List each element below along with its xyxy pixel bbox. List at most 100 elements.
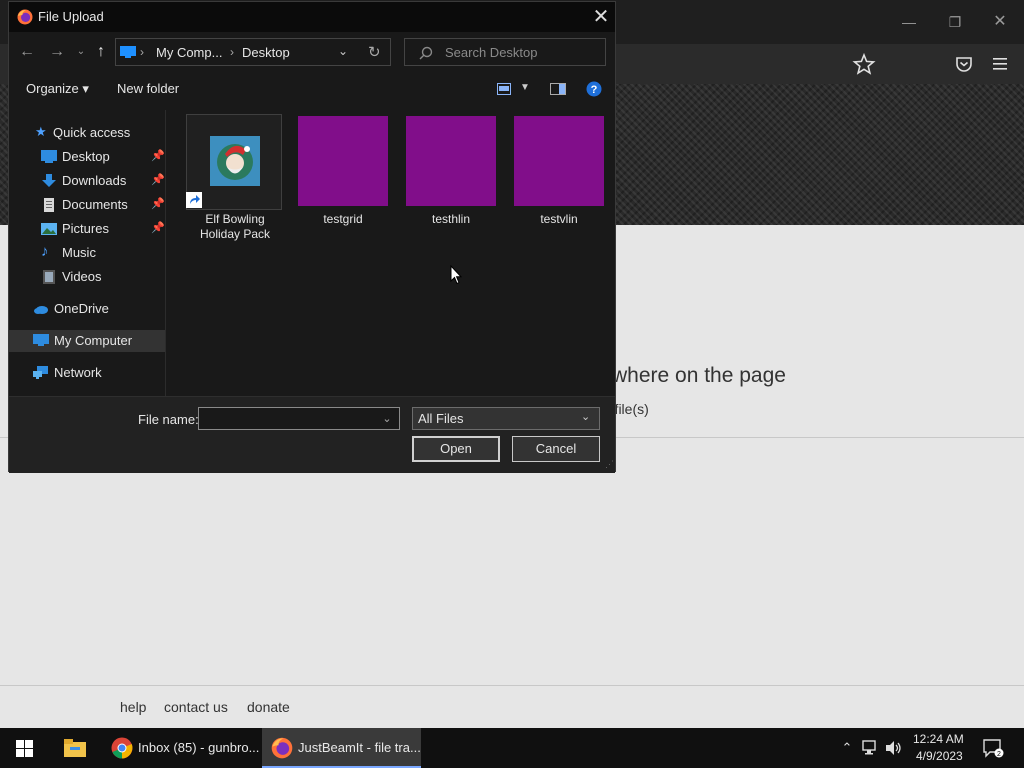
- sidebar-item-videos[interactable]: Videos: [9, 266, 165, 288]
- search-icon: [419, 46, 433, 60]
- bookmark-star-icon[interactable]: [852, 53, 876, 75]
- hamburger-menu-icon[interactable]: [988, 53, 1012, 75]
- chrome-icon: [111, 737, 133, 759]
- downloads-icon: [42, 174, 56, 187]
- search-placeholder: Search Desktop: [445, 45, 538, 60]
- pin-icon: 📌: [151, 174, 165, 186]
- file-name-dropdown-chevron-icon[interactable]: ⌄: [378, 410, 396, 428]
- svg-text:2: 2: [997, 751, 1001, 758]
- svg-text:?: ?: [591, 84, 598, 96]
- dialog-footer: File name: ⌄ All Files ⌄ Open Cancel ⋰: [9, 396, 615, 473]
- view-options-caret-icon[interactable]: ▼: [520, 82, 530, 93]
- file-explorer-icon[interactable]: [64, 738, 86, 758]
- network-status-icon[interactable]: [862, 740, 880, 756]
- file-label: testgrid: [323, 212, 363, 226]
- sidebar-item-label: My Computer: [54, 333, 133, 348]
- firefox-icon: [271, 737, 293, 759]
- file-label: testvlin: [540, 212, 578, 226]
- pocket-icon[interactable]: [952, 53, 976, 75]
- sidebar-item-label: Quick access: [53, 125, 131, 140]
- back-arrow-icon[interactable]: ←: [17, 42, 37, 62]
- sidebar-item-label: Downloads: [62, 173, 127, 188]
- sidebar-item-quick-access[interactable]: ★ Quick access: [9, 122, 165, 144]
- file-type-value: All Files: [418, 411, 464, 426]
- change-view-icon[interactable]: [497, 83, 511, 95]
- up-arrow-icon[interactable]: ↑: [91, 42, 111, 62]
- open-button[interactable]: Open: [412, 436, 500, 462]
- sidebar-item-pictures[interactable]: Pictures 📌: [9, 218, 165, 240]
- videos-icon: [43, 270, 55, 284]
- taskbar-item-chrome[interactable]: Inbox (85) - gunbro...: [104, 728, 260, 768]
- notifications-icon[interactable]: 2: [982, 738, 1004, 758]
- sidebar-item-downloads[interactable]: Downloads 📌: [9, 170, 165, 192]
- taskbar-item-firefox[interactable]: JustBeamIt - file tra...: [262, 728, 421, 768]
- cancel-button[interactable]: Cancel: [512, 436, 600, 462]
- recent-locations-chevron-icon[interactable]: ⌄: [71, 42, 91, 62]
- desktop-icon: [41, 150, 57, 163]
- sidebar-item-onedrive[interactable]: OneDrive: [9, 298, 165, 320]
- elf-bowling-app-icon: [210, 136, 260, 186]
- cloud-icon: [34, 306, 48, 314]
- star-icon: ★: [35, 124, 47, 139]
- resize-grip-icon[interactable]: ⋰: [605, 459, 614, 470]
- new-folder-button[interactable]: New folder: [117, 81, 179, 96]
- image-thumbnail: [406, 116, 496, 206]
- dialog-close-icon[interactable]: ✕: [589, 5, 613, 29]
- address-bar[interactable]: › My Comp... › Desktop ⌄ ↻: [115, 38, 391, 66]
- sidebar-item-desktop[interactable]: Desktop 📌: [9, 146, 165, 168]
- music-note-icon: ♪: [41, 243, 49, 260]
- search-box[interactable]: Search Desktop: [404, 38, 606, 66]
- sidebar-item-label: Pictures: [62, 221, 109, 236]
- sidebar-item-documents[interactable]: Documents 📌: [9, 194, 165, 216]
- breadcrumb-desktop[interactable]: Desktop: [242, 45, 290, 60]
- chevron-down-icon: ⌄: [581, 411, 591, 423]
- clock-date[interactable]: 4/9/2023: [916, 749, 963, 763]
- navigation-pane: ★ Quick access Desktop 📌 Downloads 📌 Doc…: [9, 110, 166, 396]
- file-name-input[interactable]: [198, 407, 400, 430]
- forward-arrow-icon[interactable]: →: [47, 42, 67, 62]
- dialog-title: File Upload: [38, 9, 104, 24]
- sidebar-item-label: Videos: [62, 269, 102, 284]
- organize-menu-button[interactable]: Organize ▾: [26, 81, 89, 97]
- sidebar-item-my-computer[interactable]: My Computer: [9, 330, 165, 352]
- footer-link-help[interactable]: help: [120, 699, 146, 715]
- close-window-icon[interactable]: ✕: [985, 10, 1015, 34]
- windows-start-icon[interactable]: [16, 740, 33, 757]
- clock-time[interactable]: 12:24 AM: [913, 732, 964, 746]
- help-icon[interactable]: ?: [586, 81, 602, 97]
- taskbar-item-label: JustBeamIt - file tra...: [298, 740, 421, 755]
- restore-icon[interactable]: ❐: [940, 10, 970, 34]
- footer-link-donate[interactable]: donate: [247, 699, 290, 715]
- computer-icon: [33, 334, 49, 346]
- preview-pane-icon[interactable]: [550, 83, 566, 95]
- page-footer: [0, 685, 1024, 729]
- breadcrumb-separator: ›: [140, 45, 144, 59]
- file-type-select[interactable]: All Files ⌄: [412, 407, 600, 430]
- drop-zone-title: where on the page: [612, 364, 786, 387]
- show-hidden-icons-chevron-icon[interactable]: ⌃: [838, 740, 856, 756]
- sidebar-item-label: OneDrive: [54, 301, 109, 316]
- image-thumbnail: [514, 116, 604, 206]
- dialog-title-bar[interactable]: File Upload ✕: [9, 2, 615, 32]
- image-thumbnail: [298, 116, 388, 206]
- file-upload-dialog: File Upload ✕ ← → ⌄ ↑ › My Comp... › Des…: [8, 1, 616, 473]
- taskbar-item-label: Inbox (85) - gunbro...: [138, 740, 260, 755]
- sidebar-item-label: Music: [62, 245, 96, 260]
- volume-icon[interactable]: [885, 740, 903, 756]
- mouse-cursor-icon: [450, 265, 462, 285]
- breadcrumb-separator: ›: [230, 45, 234, 59]
- sidebar-item-music[interactable]: ♪ Music: [9, 242, 165, 264]
- file-label: Elf Bowling Holiday Pack: [199, 212, 271, 241]
- sidebar-item-network[interactable]: Network: [9, 362, 165, 384]
- refresh-icon[interactable]: ↻: [368, 43, 381, 61]
- footer-link-contact[interactable]: contact us: [164, 699, 228, 715]
- file-list-area: Elf Bowling Holiday Pack testgrid testhl…: [166, 110, 615, 396]
- network-icon: [33, 366, 48, 379]
- file-label: testhlin: [431, 212, 471, 226]
- shortcut-arrow-icon: [186, 192, 202, 208]
- address-history-chevron-icon[interactable]: ⌄: [338, 44, 348, 58]
- breadcrumb-my-computer[interactable]: My Comp...: [156, 45, 222, 60]
- minimize-icon[interactable]: —: [894, 10, 924, 34]
- pin-icon: 📌: [151, 222, 165, 234]
- pin-icon: 📌: [151, 150, 165, 162]
